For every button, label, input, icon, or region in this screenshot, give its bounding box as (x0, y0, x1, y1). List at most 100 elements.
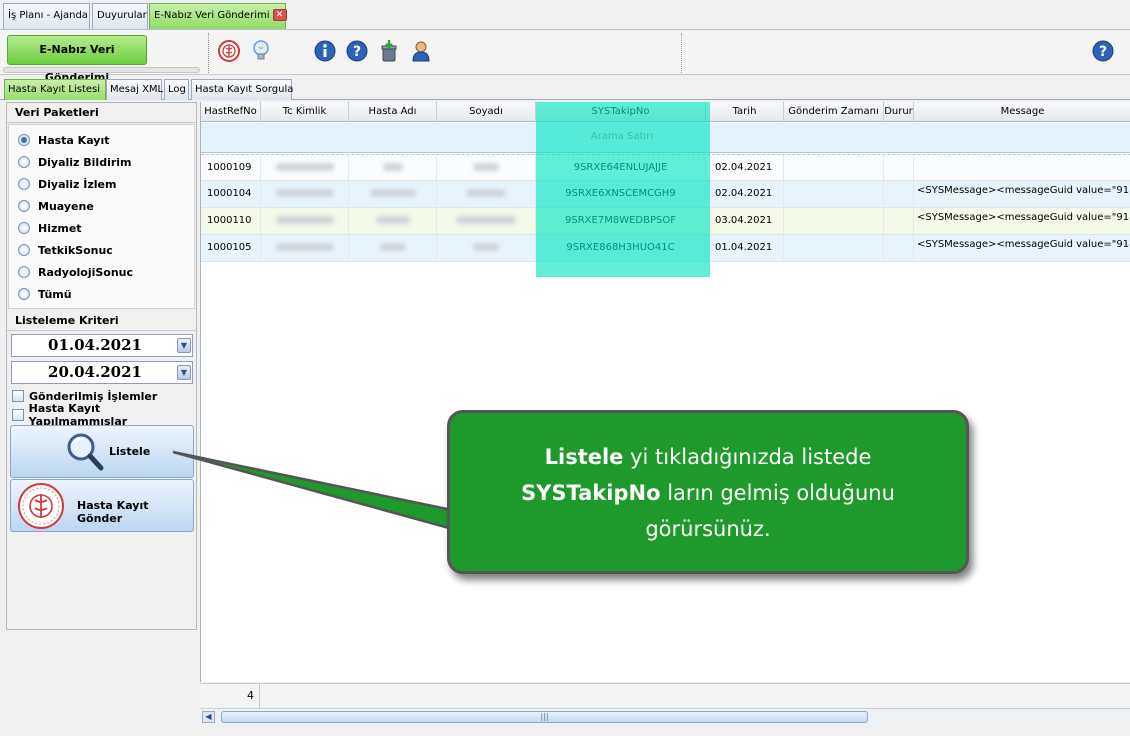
table-row[interactable]: 1000104 9SRXE6XNSCEMCGH9 02.04.2021 <SYS… (201, 181, 1130, 208)
magnifier-icon (67, 433, 104, 471)
cell-hastrefno: 1000104 (201, 181, 261, 208)
tab-log[interactable]: Log (164, 79, 189, 100)
radio-tumu[interactable]: Tümü (18, 284, 72, 304)
radio-label: Muayene (38, 199, 94, 213)
cell-tc-kimlik (261, 181, 349, 208)
cell-hastrefno: 1000109 (201, 155, 261, 182)
radio-indicator[interactable] (18, 156, 30, 168)
tab-label: Mesaj XML (110, 84, 164, 95)
horizontal-scrollbar[interactable]: ◀ ||| (200, 708, 1130, 725)
radio-diyaliz-izlem[interactable]: Diyaliz İzlem (18, 174, 116, 194)
column-header-gonderim-zamani[interactable]: Gönderim Zamanı (784, 102, 884, 122)
radio-indicator[interactable] (18, 244, 30, 256)
info-icon[interactable] (313, 39, 337, 63)
column-header-tarih[interactable]: Tarih (706, 102, 784, 122)
send-button[interactable]: Hasta Kayıt Gönder (10, 479, 194, 532)
doc-tab-is-plani[interactable]: İş Planı - Ajanda (3, 3, 90, 29)
doc-tab-duyurular[interactable]: Duyurular (92, 3, 148, 29)
callout-box: Listele yi tıkladığınızda listede SYSTak… (447, 410, 969, 574)
cell-durum (884, 208, 914, 235)
column-header-tc-kimlik[interactable]: Tc Kimlik (261, 102, 349, 122)
column-header-hasta-adi[interactable]: Hasta Adı (349, 102, 437, 122)
search-row[interactable]: Arama Satırı (201, 123, 1130, 153)
radio-label: TetkikSonuc (38, 243, 113, 257)
column-header-hastrefno[interactable]: HastRefNo (201, 102, 261, 122)
radio-indicator[interactable] (18, 134, 30, 146)
cell-soyadi (437, 208, 536, 235)
toolbar: E-Nabız Veri Gönderimi ? ? (0, 31, 1130, 84)
radio-radyoloji-sonuc[interactable]: RadyolojiSonuc (18, 262, 133, 282)
radio-indicator[interactable] (18, 288, 30, 300)
recycle-bin-icon[interactable] (377, 39, 401, 63)
tab-label: Log (168, 84, 186, 95)
row-count: 4 (200, 684, 260, 708)
radio-hizmet[interactable]: Hizmet (18, 218, 82, 238)
radio-label: Hizmet (38, 221, 82, 235)
scroll-left-icon[interactable]: ◀ (202, 711, 215, 723)
callout-line-1: Listele yi tıkladığınızda listede (450, 439, 966, 475)
help-icon[interactable]: ? (345, 39, 369, 63)
tab-hasta-kayit-sorgula[interactable]: Hasta Kayıt Sorgula (191, 79, 293, 100)
cell-tc-kimlik (261, 208, 349, 235)
column-header-durum[interactable]: Durur (884, 102, 914, 122)
doc-tab-label: Duyurular (97, 10, 147, 21)
grid-header: HastRefNo Tc Kimlik Hasta Adı Soyadı SYS… (201, 102, 1130, 122)
checkbox-box[interactable] (12, 409, 24, 421)
cell-soyadi (437, 235, 536, 262)
radio-tetkik-sonuc[interactable]: TetkikSonuc (18, 240, 113, 260)
cell-message: <SYSMessage><messageGuid value="918e3 (917, 185, 1130, 196)
callout-text: yi tıkladığınızda listede (623, 445, 872, 469)
criteria-title: Listeleme Kriteri (7, 311, 196, 331)
cell-hasta-adi (349, 155, 437, 182)
radio-label: Diyaliz Bildirim (38, 155, 132, 169)
chevron-down-icon[interactable]: ▼ (177, 365, 191, 380)
list-button-label: Listele (109, 445, 151, 458)
help-icon[interactable]: ? (1091, 39, 1115, 63)
user-icon[interactable] (409, 39, 433, 63)
module-progress-bar (3, 67, 200, 73)
cell-gonderim-zamani (784, 208, 884, 235)
radio-muayene[interactable]: Muayene (18, 196, 94, 216)
cell-tc-kimlik (261, 235, 349, 262)
cell-hasta-adi (349, 181, 437, 208)
health-ministry-logo-icon[interactable] (217, 39, 241, 63)
health-ministry-logo-icon (18, 483, 64, 529)
list-button[interactable]: Listele (10, 425, 194, 478)
column-header-systakipno[interactable]: SYSTakipNo (536, 102, 706, 122)
search-row-label: Arama Satırı (590, 131, 654, 142)
radio-indicator[interactable] (18, 178, 30, 190)
table-row[interactable]: 1000105 9SRXE868H3HUO41C 01.04.2021 <SYS… (201, 235, 1130, 262)
column-header-soyadi[interactable]: Soyadı (437, 102, 536, 122)
radio-hasta-kayit[interactable]: Hasta Kayıt (18, 130, 110, 150)
radio-label: RadyolojiSonuc (38, 265, 134, 279)
column-header-message[interactable]: Message (914, 102, 1130, 122)
document-tab-bar: İş Planı - Ajanda Duyurular E-Nabız Veri… (0, 0, 1130, 30)
tab-hasta-kayit-listesi[interactable]: Hasta Kayıt Listesi (4, 79, 106, 100)
radio-indicator[interactable] (18, 200, 30, 212)
radio-indicator[interactable] (18, 222, 30, 234)
send-button-label: Hasta Kayıt Gönder (77, 499, 149, 525)
scroll-thumb[interactable]: ||| (221, 711, 868, 723)
callout-bold-listele: Listele (544, 445, 624, 469)
radio-diyaliz-bildirim[interactable]: Diyaliz Bildirim (18, 152, 132, 172)
chevron-down-icon[interactable]: ▼ (177, 338, 191, 353)
cell-gonderim-zamani (784, 155, 884, 182)
lightbulb-icon[interactable] (249, 39, 273, 63)
radio-indicator[interactable] (18, 266, 30, 278)
checkbox-box[interactable] (12, 390, 24, 402)
cell-message: <SYSMessage><messageGuid value="918e3 (917, 212, 1130, 223)
table-row[interactable]: 1000109 9SRXE64ENLUJAJJE 02.04.2021 (201, 154, 1130, 182)
cell-systakipno: 9SRXE6XNSCEMCGH9 (536, 181, 706, 208)
date-from-field[interactable]: 01.04.2021 ▼ (11, 334, 193, 357)
cell-tarih: 01.04.2021 (706, 235, 784, 262)
doc-tab-enabiz[interactable]: E-Nabız Veri Gönderimi ✕ (149, 3, 287, 29)
cell-message: <SYSMessage><messageGuid value="918e3 (917, 239, 1130, 250)
packets-group: Hasta Kayıt Diyaliz Bildirim Diyaliz İzl… (8, 124, 195, 309)
date-to-field[interactable]: 20.04.2021 ▼ (11, 361, 193, 384)
module-button[interactable]: E-Nabız Veri Gönderimi (7, 35, 147, 84)
close-icon[interactable]: ✕ (272, 9, 287, 21)
tab-mesaj-xml[interactable]: Mesaj XML (106, 79, 164, 100)
table-row[interactable]: 1000110 9SRXE7M8WEDBPSOF 03.04.2021 <SYS… (201, 208, 1130, 235)
cell-durum (884, 155, 914, 182)
checkbox-kayit-yapilmamis[interactable]: Hasta Kayıt Yapılmammışlar (12, 402, 196, 428)
